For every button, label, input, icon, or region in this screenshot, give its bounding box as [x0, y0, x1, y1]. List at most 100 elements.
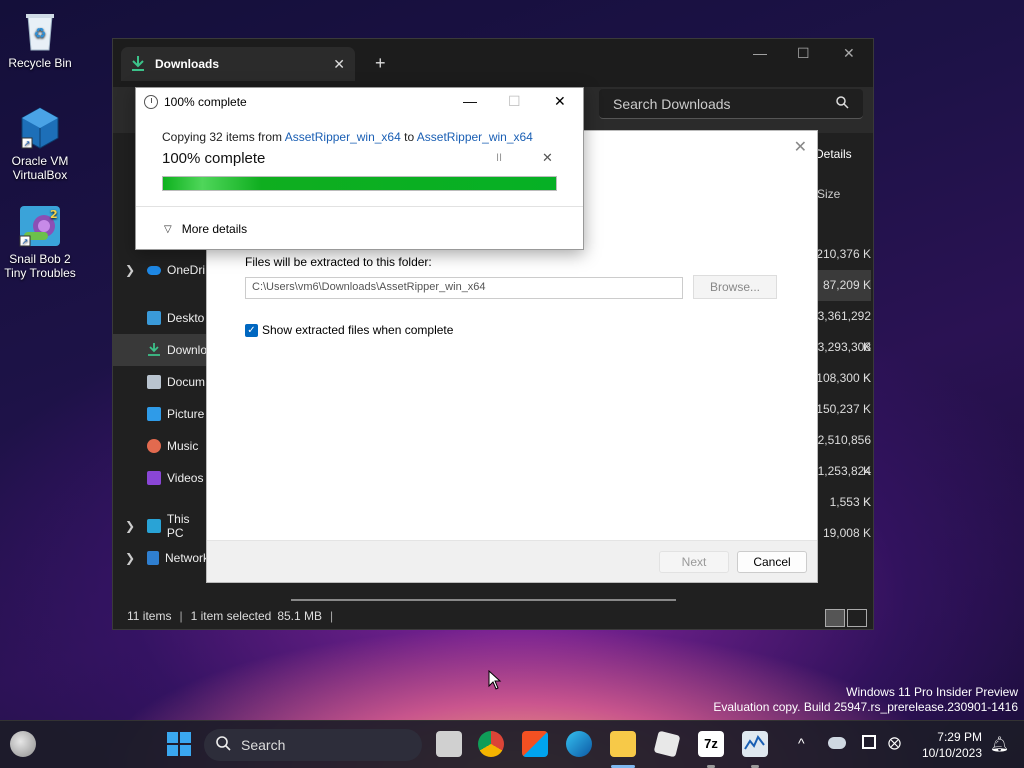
browse-button[interactable]: Browse... [693, 275, 777, 299]
search-input[interactable]: Search Downloads [599, 89, 863, 119]
onedrive-tray-icon[interactable] [828, 737, 846, 749]
task-view-icon[interactable] [436, 731, 462, 757]
copy-dialog-title: 100% complete [164, 95, 247, 109]
roblox-icon[interactable] [653, 730, 681, 758]
snail-bob-game-icon: 2 ↗ [18, 204, 62, 248]
network-status-icon[interactable] [862, 735, 876, 749]
clock-icon [144, 95, 158, 109]
volume-muted-icon[interactable]: ⨂ [888, 735, 901, 751]
close-button[interactable]: ✕ [843, 45, 855, 62]
svg-text:♻: ♻ [34, 26, 47, 42]
nav-label: This PC [166, 512, 190, 540]
size-cell[interactable]: 150,237 K [811, 394, 871, 425]
edge-icon[interactable] [566, 731, 592, 757]
nav-label: Docum [167, 375, 206, 389]
nav-item-documents[interactable]: Docum [113, 366, 209, 398]
performance-monitor-icon[interactable] [742, 731, 768, 757]
music-icon [147, 439, 161, 453]
size-cell[interactable]: 3,361,292 K [811, 301, 871, 354]
next-button[interactable]: Next [659, 551, 729, 573]
taskbar-search[interactable]: Search [204, 729, 422, 761]
chevron-right-icon: ❯ [125, 263, 136, 277]
clock-date: 10/10/2023 [921, 746, 982, 760]
show-files-checkbox[interactable]: ✓ Show extracted files when complete [245, 323, 453, 337]
this-pc-icon [147, 519, 161, 533]
checkmark-icon[interactable]: ✓ [245, 323, 258, 337]
svg-text:↗: ↗ [24, 139, 31, 148]
nav-label: Downlo [167, 343, 208, 357]
desktop-icon-recycle-bin[interactable]: ♻ Recycle Bin [0, 8, 80, 70]
size-cell[interactable]: 87,209 K [811, 270, 871, 301]
nav-item-network[interactable]: ❯ Network [113, 542, 209, 574]
pause-icon[interactable]: II [496, 152, 502, 164]
status-separator: | [179, 609, 183, 623]
destination-folder-link[interactable]: AssetRipper_win_x64 [417, 130, 533, 144]
nav-item-desktop[interactable]: Deskto [113, 302, 209, 334]
details-view-icon[interactable] [825, 609, 845, 627]
nav-item-videos[interactable]: Videos [113, 462, 209, 494]
pictures-icon [147, 407, 161, 421]
system-clock[interactable]: 7:29 PM 10/10/2023 [918, 729, 982, 761]
weather-icon[interactable] [10, 731, 36, 757]
close-icon[interactable]: ✕ [794, 137, 807, 157]
nav-item-downloads[interactable]: Downlo [113, 334, 209, 366]
nav-item-onedrive[interactable]: ❯ OneDri [113, 254, 209, 286]
view-toggle [825, 609, 867, 627]
minimize-button[interactable]: — [463, 93, 477, 109]
chevron-right-icon: ❯ [125, 519, 136, 533]
wizard-footer: Next Cancel [207, 540, 817, 582]
desktop-icon-virtualbox[interactable]: ↗ Oracle VM VirtualBox [0, 106, 80, 182]
size-cell[interactable]: 2,510,856 K [811, 425, 871, 478]
nav-item-this-pc[interactable]: ❯ This PC [113, 510, 209, 542]
svg-text:↗: ↗ [22, 237, 29, 246]
size-cell[interactable]: 210,376 K [811, 239, 871, 270]
cancel-copy-icon[interactable]: ✕ [542, 150, 553, 166]
new-tab-button[interactable]: + [375, 53, 386, 74]
tab-close-icon[interactable]: ✕ [333, 56, 345, 73]
source-folder-link[interactable]: AssetRipper_win_x64 [285, 130, 401, 144]
size-cell[interactable]: 3,293,308 K [811, 332, 871, 385]
maximize-button: ☐ [508, 93, 521, 109]
chrome-icon[interactable] [478, 731, 504, 757]
taskbar: Search 7z ^ ⨂ 7:29 PM 10/10/2023 🔔︎ [0, 720, 1024, 768]
size-cell[interactable]: 1,253,824 K [811, 456, 871, 509]
percent-complete: 100% complete [162, 150, 266, 167]
more-details-toggle[interactable]: ▽ More details [164, 222, 247, 236]
selection-size: 85.1 MB [277, 609, 323, 623]
virtualbox-icon: ↗ [18, 106, 62, 150]
start-icon[interactable] [166, 731, 192, 757]
copy-prefix: Copying 32 items from [162, 130, 285, 144]
tab-downloads[interactable]: Downloads ✕ [121, 47, 355, 81]
recycle-bin-icon: ♻ [18, 8, 62, 52]
clock-time: 7:29 PM [937, 730, 982, 744]
store-icon[interactable] [522, 731, 548, 757]
notification-bell-icon[interactable]: 🔔︎ [990, 735, 1009, 753]
tiles-view-icon[interactable] [847, 609, 867, 627]
7zip-icon[interactable]: 7z [698, 731, 724, 757]
cancel-button[interactable]: Cancel [737, 551, 807, 573]
watermark-line: Evaluation copy. Build 25947.rs_prerelea… [713, 700, 1018, 714]
chevron-up-icon[interactable]: ^ [798, 735, 805, 751]
column-header-size[interactable]: Size [817, 187, 840, 201]
nav-label: Picture [167, 407, 205, 421]
minimize-button[interactable]: — [753, 45, 767, 61]
desktop-icon-snail-bob[interactable]: 2 ↗ Snail Bob 2 Tiny Troubles [0, 204, 80, 280]
downloads-icon [147, 342, 161, 359]
checkbox-label: Show extracted files when complete [262, 323, 454, 337]
size-cell[interactable]: 19,008 K [811, 518, 871, 549]
divider [136, 206, 583, 207]
nav-item-music[interactable]: Music [113, 430, 209, 462]
size-cell[interactable]: 1,553 K [811, 487, 871, 518]
maximize-button[interactable]: ☐ [797, 45, 810, 62]
horizontal-scrollbar[interactable] [291, 599, 676, 601]
destination-path-field[interactable]: C:\Users\vm6\Downloads\AssetRipper_win_x… [245, 277, 683, 299]
desktop-icon-label: Oracle VM [11, 154, 69, 168]
size-cell[interactable]: 108,300 K [811, 363, 871, 394]
close-button[interactable]: ✕ [554, 93, 566, 110]
file-explorer-icon[interactable] [610, 731, 636, 757]
details-pane-button[interactable]: Details [815, 147, 852, 161]
status-bar: 11 items | 1 item selected 85.1 MB | [113, 603, 873, 629]
nav-item-pictures[interactable]: Picture [113, 398, 209, 430]
copy-description: Copying 32 items from AssetRipper_win_x6… [162, 130, 533, 144]
progress-fill [163, 177, 556, 190]
